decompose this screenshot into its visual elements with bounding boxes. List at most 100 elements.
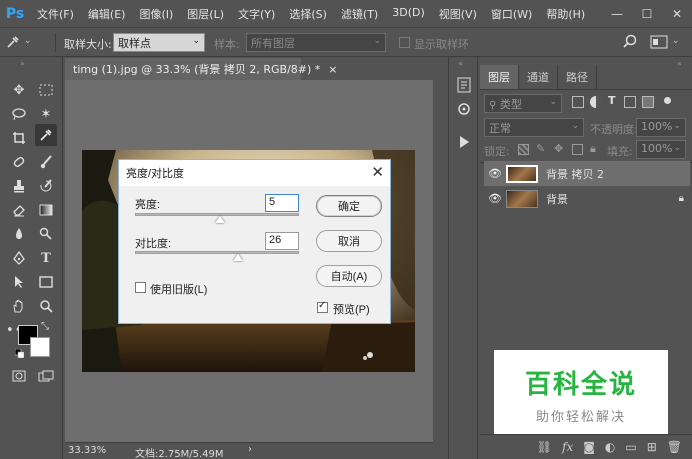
pixel-filter-icon[interactable] [572,96,584,108]
menu-layer[interactable]: 图层(L) [180,6,231,22]
add-mask-icon[interactable]: ◙ [583,440,595,454]
lock-all-icon[interactable]: 🔒︎ [590,142,596,156]
adjustment-filter-icon[interactable] [590,96,602,108]
brightness-input[interactable]: 5 [265,194,299,212]
collapse-arrows-icon[interactable]: » [20,59,25,68]
lock-position-icon[interactable]: ✥ [554,142,563,155]
magic-wand-tool-icon[interactable]: ✶ [35,103,57,125]
brightness-slider-thumb[interactable] [215,216,226,223]
zoom-tool-icon[interactable] [35,295,57,317]
blend-mode-select[interactable]: 正常 ⌄ [484,118,584,137]
menu-window[interactable]: 窗口(W) [484,6,539,22]
eyedropper-tool-preset-icon[interactable] [6,35,20,49]
play-action-icon[interactable] [457,135,471,149]
background-color-swatch[interactable] [30,337,50,357]
auto-button[interactable]: 自动(A) [316,265,382,287]
smart-object-filter-icon[interactable] [642,96,654,108]
brush-tool-icon[interactable] [35,151,57,173]
clone-stamp-tool-icon[interactable] [8,175,30,197]
search-icon[interactable] [622,34,638,50]
close-dialog-icon[interactable]: ✕ [371,163,384,181]
menu-view[interactable]: 视图(V) [432,6,484,22]
opacity-input[interactable]: 100% ⌄ [636,118,686,137]
visibility-eye-icon[interactable]: 👁︎ [484,167,506,180]
menu-type[interactable]: 文字(Y) [231,6,282,22]
swap-colors-icon[interactable]: ⤡ [41,321,49,332]
cancel-button[interactable]: 取消 [316,230,382,252]
link-layers-icon[interactable]: ⛓︎ [537,440,552,454]
layer-row-copy2[interactable]: 👁︎ 背景 拷贝 2 [484,161,690,186]
new-group-icon[interactable]: ▭ [625,440,636,454]
adjustment-layer-icon[interactable]: ◐ [605,440,615,454]
type-filter-icon[interactable]: T [608,94,616,107]
healing-brush-tool-icon[interactable] [8,151,30,173]
lock-artboard-icon[interactable] [572,144,583,155]
minimize-button[interactable]: — [602,0,632,27]
menu-edit[interactable]: 编辑(E) [81,6,133,22]
visibility-eye-icon[interactable]: 👁︎ [484,192,506,205]
layer-style-icon[interactable]: fx [562,440,573,454]
tab-layers[interactable]: 图层 [480,65,519,89]
delete-layer-icon[interactable]: 🗑︎ [667,440,682,454]
ok-button[interactable]: 确定 [316,195,382,217]
maximize-button[interactable]: ☐ [632,0,662,27]
layer-row-background[interactable]: 👁︎ 背景 🔒︎ [484,186,690,211]
menu-filter[interactable]: 滤镜(T) [334,6,385,22]
contrast-input[interactable]: 26 [265,232,299,250]
eyedropper-tool-icon[interactable] [35,124,57,146]
rectangle-tool-icon[interactable] [35,271,57,293]
new-layer-icon[interactable]: ⊞ [647,440,657,454]
tab-channels[interactable]: 通道 [519,65,558,89]
move-tool-icon[interactable]: ✥ [8,79,30,101]
show-ring-checkbox[interactable] [399,37,410,48]
close-button[interactable]: ✕ [662,0,692,27]
lock-transparent-icon[interactable] [518,144,529,155]
close-tab-icon[interactable]: × [328,63,337,76]
lasso-tool-icon[interactable] [8,103,30,125]
menu-select[interactable]: 选择(S) [282,6,334,22]
chevron-down-icon[interactable]: ⌄ [672,36,680,46]
properties-panel-icon[interactable] [456,101,472,117]
zoom-level[interactable]: 33.33% [68,445,106,456]
tab-paths[interactable]: 路径 [558,65,597,89]
collapse-arrows-icon[interactable]: « [458,59,463,68]
chevron-down-icon[interactable]: ⌄ [24,36,32,46]
lock-pixels-icon[interactable]: ✎ [536,142,545,155]
sample-select[interactable]: 所有图层 ⌄ [246,33,386,52]
filter-toggle-icon[interactable] [664,97,671,104]
type-tool-icon[interactable]: T [35,247,57,269]
lock-icon[interactable]: 🔒︎ [679,193,684,204]
pen-tool-icon[interactable] [8,247,30,269]
contrast-slider-thumb[interactable] [233,254,244,261]
screen-mode-icon[interactable] [35,365,57,387]
dodge-tool-icon[interactable] [35,223,57,245]
status-menu-arrow-icon[interactable]: › [248,444,252,455]
history-panel-icon[interactable] [456,77,472,93]
eraser-tool-icon[interactable] [8,199,30,221]
menu-help[interactable]: 帮助(H) [539,6,592,22]
document-tab-title: timg (1).jpg @ 33.3% (背景 拷贝 2, RGB/8#) * [73,63,321,76]
preview-checkbox[interactable] [317,300,328,313]
gradient-tool-icon[interactable] [35,199,57,221]
layer-kind-filter[interactable]: ⚲ 类型 ⌄ [484,94,562,113]
document-tab[interactable]: timg (1).jpg @ 33.3% (背景 拷贝 2, RGB/8#) *… [65,58,338,80]
sample-size-select[interactable]: 取样点 ⌄ [113,33,205,52]
menu-image[interactable]: 图像(I) [132,6,180,22]
crop-tool-icon[interactable] [8,127,30,149]
hand-tool-icon[interactable] [8,295,30,317]
shape-filter-icon[interactable] [624,96,636,108]
default-colors-icon[interactable] [14,348,25,359]
marquee-tool-icon[interactable] [35,79,57,101]
history-brush-tool-icon[interactable] [35,175,57,197]
collapse-arrows-icon[interactable]: « [677,59,682,68]
contrast-slider-track[interactable] [135,251,299,254]
menu-file[interactable]: 文件(F) [30,6,81,22]
menu-3d[interactable]: 3D(D) [385,6,432,22]
workspace-icon[interactable] [650,34,668,50]
legacy-checkbox[interactable] [135,282,146,293]
blur-tool-icon[interactable] [8,223,30,245]
path-selection-tool-icon[interactable] [8,271,30,293]
brightness-label: 亮度: [135,199,161,211]
fill-input[interactable]: 100% ⌄ [636,140,686,159]
quick-mask-icon[interactable] [8,365,30,387]
